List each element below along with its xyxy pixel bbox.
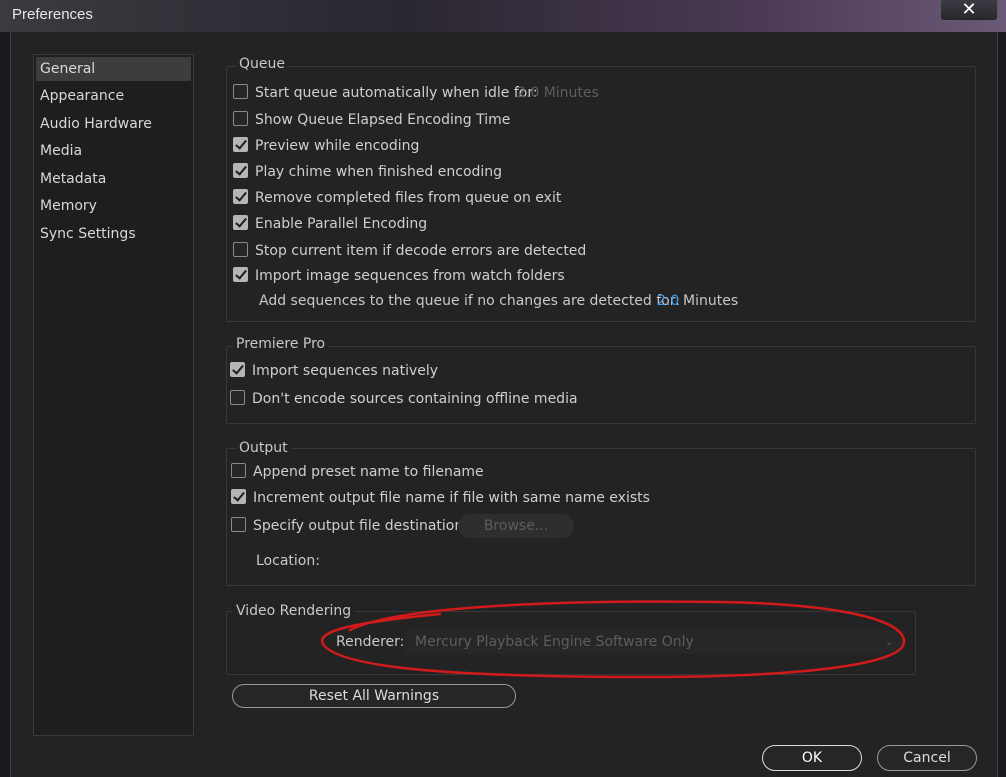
video-rendering-title: Video Rendering [233,603,355,619]
add-sequences-label: Add sequences to the queue if no changes… [259,293,680,309]
start-queue-row: Start queue automatically when idle for:… [233,83,953,103]
start-queue-checkbox[interactable] [233,84,248,99]
preview-label: Preview while encoding [255,138,420,154]
preview-checkbox[interactable] [233,137,248,152]
add-sequences-unit: Minutes [683,293,739,309]
stop-decode-checkbox[interactable] [233,242,248,257]
sidebar-item-general[interactable]: General [36,57,191,81]
add-sequences-value[interactable]: 2.0 [657,291,679,311]
reset-warnings-button[interactable]: Reset All Warnings [232,684,516,708]
title-bar: Preferences ✕ [0,0,1006,32]
import-native-label: Import sequences natively [252,363,439,379]
idle-time-value[interactable]: 2.0 Minutes [517,83,599,103]
premiere-group [226,346,976,424]
show-elapsed-label: Show Queue Elapsed Encoding Time [255,112,511,128]
sidebar-item-appearance[interactable]: Appearance [36,84,191,108]
sidebar-item-audio-hardware[interactable]: Audio Hardware [36,112,191,136]
cancel-button[interactable]: Cancel [877,745,977,771]
import-sequences-label: Import image sequences from watch folder… [255,268,565,284]
chevron-down-icon: ⌄ [884,635,894,648]
premiere-group-title: Premiere Pro [233,336,329,352]
browse-button[interactable]: Browse... [458,514,574,538]
stop-decode-label: Stop current item if decode errors are d… [255,243,587,259]
specify-dest-checkbox[interactable] [231,517,246,532]
dont-encode-checkbox[interactable] [230,390,245,405]
ok-button[interactable]: OK [762,745,862,771]
remove-completed-label: Remove completed files from queue on exi… [255,190,562,206]
increment-checkbox[interactable] [231,489,246,504]
output-group-title: Output [236,440,291,456]
import-sequences-checkbox[interactable] [233,267,248,282]
parallel-checkbox[interactable] [233,215,248,230]
renderer-select[interactable]: Mercury Playback Engine Software Only ⌄ [404,630,904,654]
renderer-value: Mercury Playback Engine Software Only [415,634,694,650]
increment-label: Increment output file name if file with … [253,490,650,506]
sidebar-item-media[interactable]: Media [36,139,191,163]
append-preset-label: Append preset name to filename [253,464,484,480]
close-icon[interactable]: ✕ [940,0,998,21]
location-label: Location: [256,553,320,569]
remove-completed-checkbox[interactable] [233,189,248,204]
preferences-sidebar: General Appearance Audio Hardware Media … [33,54,194,736]
sidebar-item-metadata[interactable]: Metadata [36,167,191,191]
specify-dest-label: Specify output file destination: [253,518,468,534]
import-native-checkbox[interactable] [230,362,245,377]
sidebar-item-memory[interactable]: Memory [36,194,191,218]
append-preset-checkbox[interactable] [231,463,246,478]
chime-label: Play chime when finished encoding [255,164,503,180]
queue-group-title: Queue [236,56,288,72]
start-queue-label: Start queue automatically when idle for: [255,85,538,101]
parallel-label: Enable Parallel Encoding [255,216,428,232]
sidebar-item-sync-settings[interactable]: Sync Settings [36,222,191,246]
add-sequences-row: Add sequences to the queue if no changes… [259,291,759,311]
chime-checkbox[interactable] [233,163,248,178]
renderer-label: Renderer: [336,634,405,650]
window-title: Preferences [12,6,93,23]
show-elapsed-checkbox[interactable] [233,111,248,126]
dont-encode-label: Don't encode sources containing offline … [252,391,578,407]
